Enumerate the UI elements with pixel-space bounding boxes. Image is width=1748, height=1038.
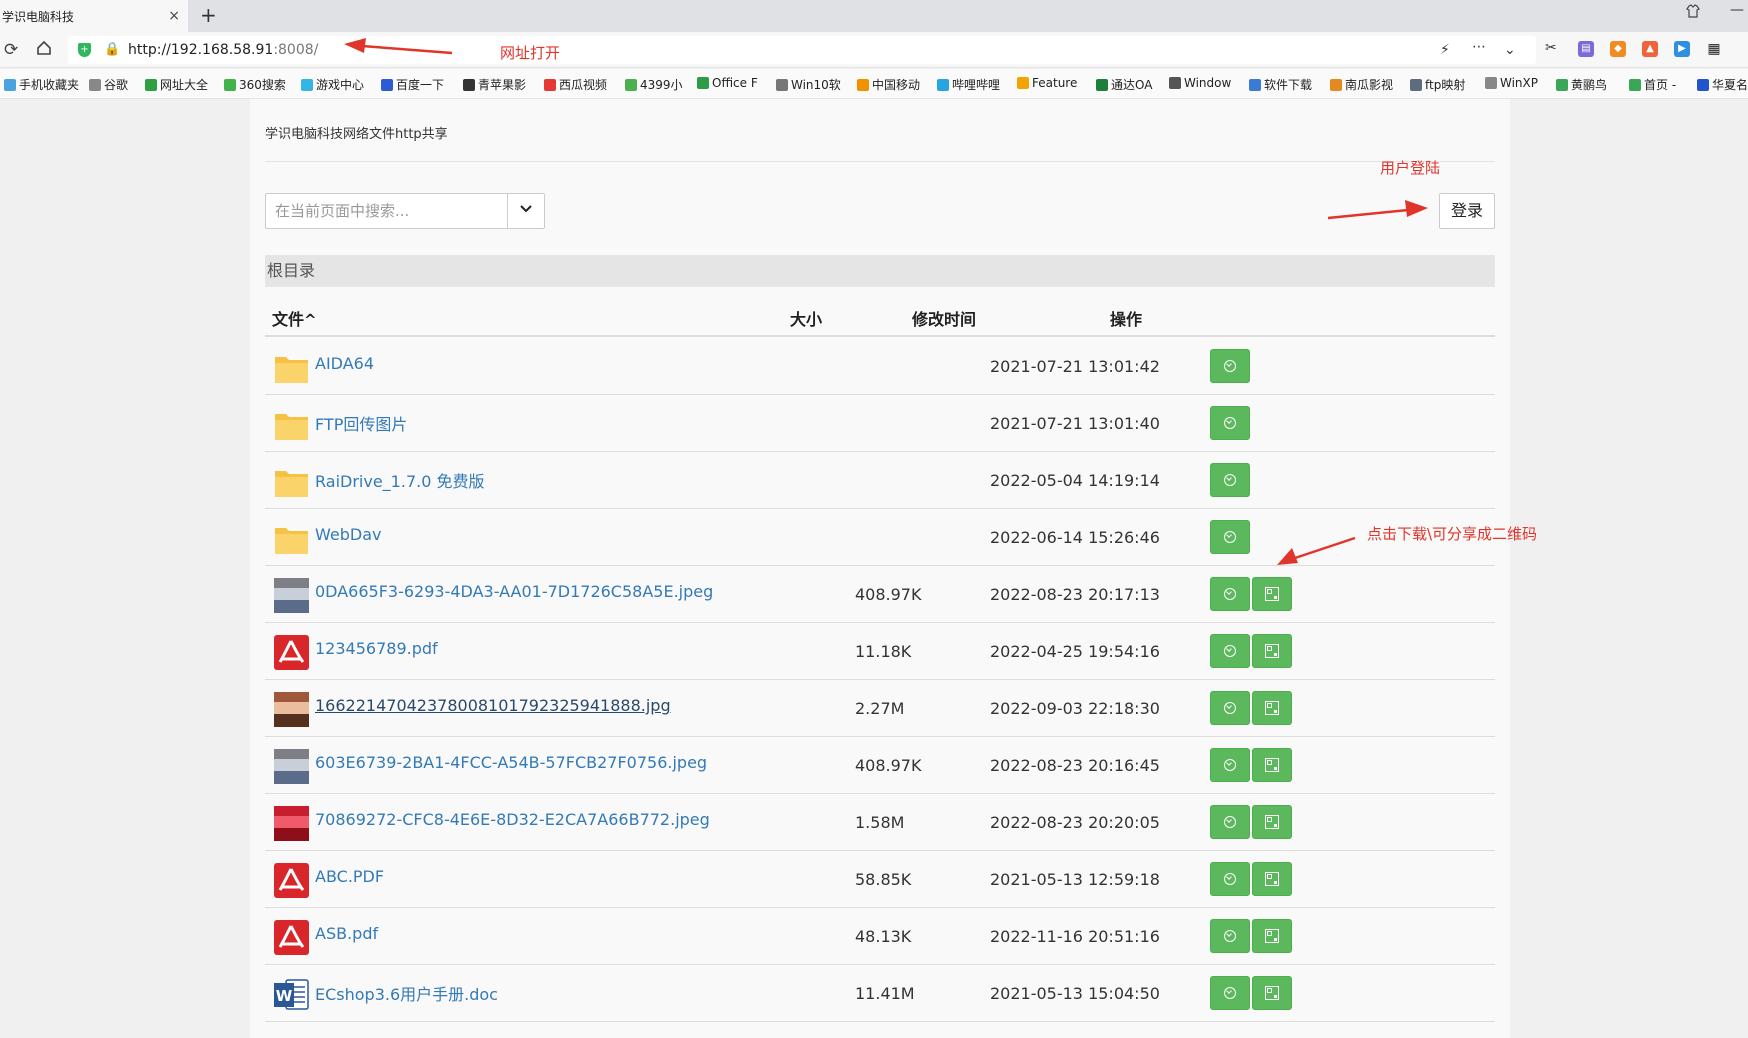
annotation-arrow-download (1277, 536, 1356, 565)
annotation-arrow-url (344, 38, 453, 55)
annotation-login-note: 用户登陆 (1380, 159, 1441, 177)
annotation-download-note: 点击下载\可分享成二维码 (1367, 525, 1538, 543)
annotation-layer (344, 38, 1428, 565)
annotation-arrow-login (1327, 200, 1428, 220)
annotation-url-note: 网址打开 (500, 44, 561, 62)
